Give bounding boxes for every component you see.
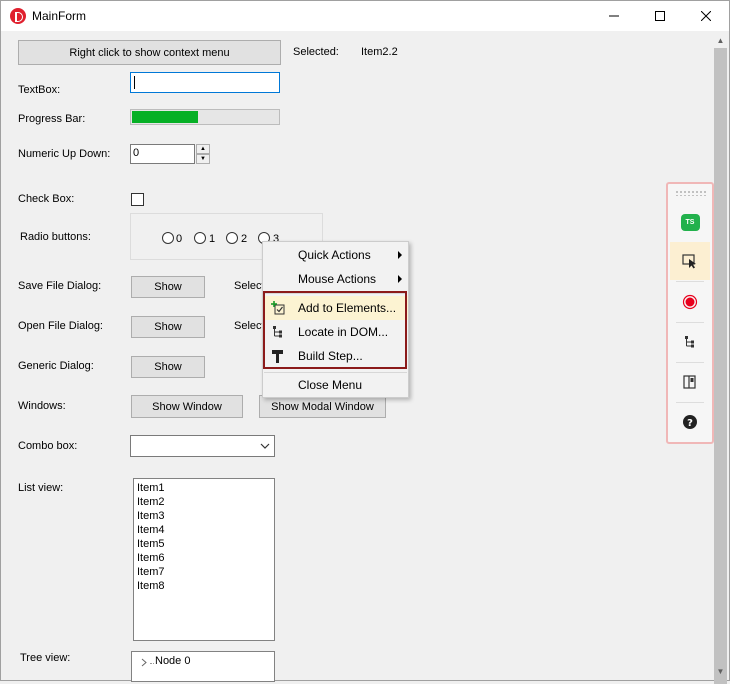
save-dialog-show-button[interactable]: Show <box>131 276 205 298</box>
tree-view[interactable]: Node 0 <box>131 651 275 682</box>
numeric-up-down-label: Numeric Up Down: <box>18 148 111 160</box>
svg-text:?: ? <box>687 418 693 429</box>
main-window: MainForm Right click to show context men… <box>0 0 730 684</box>
checkbox-label: Check Box: <box>18 193 75 205</box>
open-dialog-show-button[interactable]: Show <box>131 316 205 338</box>
submenu-arrow-icon <box>398 251 402 259</box>
close-icon <box>701 11 711 21</box>
menu-item-label: Close Menu <box>298 378 363 392</box>
minimize-button[interactable] <box>591 1 637 31</box>
drag-handle-icon[interactable] <box>675 190 707 196</box>
minimize-icon <box>609 15 619 17</box>
text-caret <box>134 76 135 89</box>
selected-value: Item2.2 <box>361 46 398 58</box>
menu-item-label: Quick Actions <box>298 248 371 262</box>
tree-node[interactable]: Node 0 <box>155 655 190 667</box>
menu-item-mouse-actions[interactable]: Mouse Actions <box>263 267 408 291</box>
list-item[interactable]: Item2 <box>137 495 165 509</box>
numeric-up-button[interactable]: ▲ <box>196 144 210 154</box>
radio-option-0-label: 0 <box>176 233 183 245</box>
list-view-label: List view: <box>18 482 64 494</box>
generic-dialog-show-button[interactable]: Show <box>131 356 205 378</box>
progress-bar-label: Progress Bar: <box>18 113 86 125</box>
scroll-up-arrow-icon[interactable]: ▲ <box>712 32 729 49</box>
selected-label: Selected: <box>293 46 339 58</box>
help-button[interactable]: ? <box>670 403 710 441</box>
save-dialog-selected-label: Select <box>234 280 265 292</box>
expand-chevron-icon <box>141 658 147 667</box>
window-title: MainForm <box>32 9 87 23</box>
dom-tree-icon <box>685 336 694 348</box>
panel-icon <box>683 375 696 389</box>
context-menu-trigger-button[interactable]: Right click to show context menu <box>18 40 281 65</box>
chevron-down-icon <box>260 443 270 449</box>
open-dialog-selected-label: Select <box>234 320 265 332</box>
maximize-button[interactable] <box>637 1 683 31</box>
panel-button[interactable] <box>670 363 710 401</box>
select-element-icon <box>682 254 696 269</box>
close-button[interactable] <box>683 1 729 31</box>
list-item[interactable]: Item7 <box>137 565 165 579</box>
list-item[interactable]: Item1 <box>137 481 165 495</box>
list-view[interactable]: Item1 Item2 Item3 Item4 Item5 Item6 Item… <box>133 478 275 641</box>
list-item[interactable]: Item3 <box>137 509 165 523</box>
combo-box-label: Combo box: <box>18 440 78 452</box>
menu-item-close-menu[interactable]: Close Menu <box>263 373 408 397</box>
toolbar-divider <box>676 281 704 282</box>
text-input[interactable] <box>130 72 280 93</box>
record-icon <box>682 294 698 310</box>
progress-bar <box>130 109 280 125</box>
scrollbar-thumb[interactable] <box>714 48 727 684</box>
dom-tree-button[interactable] <box>670 323 710 361</box>
check-box[interactable] <box>131 193 144 206</box>
menu-item-label: Mouse Actions <box>298 272 377 286</box>
radio-option-1-label: 1 <box>209 233 216 245</box>
numeric-input[interactable]: 0 <box>130 144 195 164</box>
tree-connector <box>150 663 154 664</box>
app-logo-icon <box>10 8 26 24</box>
list-item[interactable]: Item5 <box>137 537 165 551</box>
radio-option-1[interactable] <box>194 232 206 244</box>
list-item[interactable]: Item8 <box>137 579 165 593</box>
floating-toolbar: TS ? <box>666 182 714 444</box>
title-bar[interactable]: MainForm <box>1 1 729 31</box>
tree-view-label: Tree view: <box>20 652 71 664</box>
scroll-down-arrow-icon[interactable]: ▼ <box>712 663 729 680</box>
open-file-dialog-label: Open File Dialog: <box>18 320 103 332</box>
show-window-button[interactable]: Show Window <box>131 395 243 418</box>
submenu-arrow-icon <box>398 275 402 283</box>
show-modal-window-button[interactable]: Show Modal Window <box>259 395 386 418</box>
help-icon: ? <box>683 415 697 429</box>
radio-buttons-label: Radio buttons: <box>20 231 91 243</box>
maximize-icon <box>655 11 665 21</box>
radio-option-0[interactable] <box>162 232 174 244</box>
combo-box[interactable] <box>130 435 275 457</box>
ts-badge-icon: TS <box>680 213 700 231</box>
radio-option-2-label: 2 <box>241 233 248 245</box>
save-file-dialog-label: Save File Dialog: <box>18 280 102 292</box>
numeric-down-button[interactable]: ▼ <box>196 154 210 164</box>
list-item[interactable]: Item6 <box>137 551 165 565</box>
ts-badge-button[interactable]: TS <box>670 203 710 241</box>
select-element-button[interactable] <box>670 242 710 280</box>
windows-label: Windows: <box>18 400 66 412</box>
record-button[interactable] <box>670 283 710 321</box>
radio-option-2[interactable] <box>226 232 238 244</box>
generic-dialog-label: Generic Dialog: <box>18 360 94 372</box>
ts-badge-text: TS <box>685 218 695 226</box>
list-item[interactable]: Item4 <box>137 523 165 537</box>
highlight-frame <box>263 291 407 369</box>
progress-bar-fill <box>132 111 198 123</box>
textbox-label: TextBox: <box>18 84 61 96</box>
menu-item-quick-actions[interactable]: Quick Actions <box>263 243 408 267</box>
